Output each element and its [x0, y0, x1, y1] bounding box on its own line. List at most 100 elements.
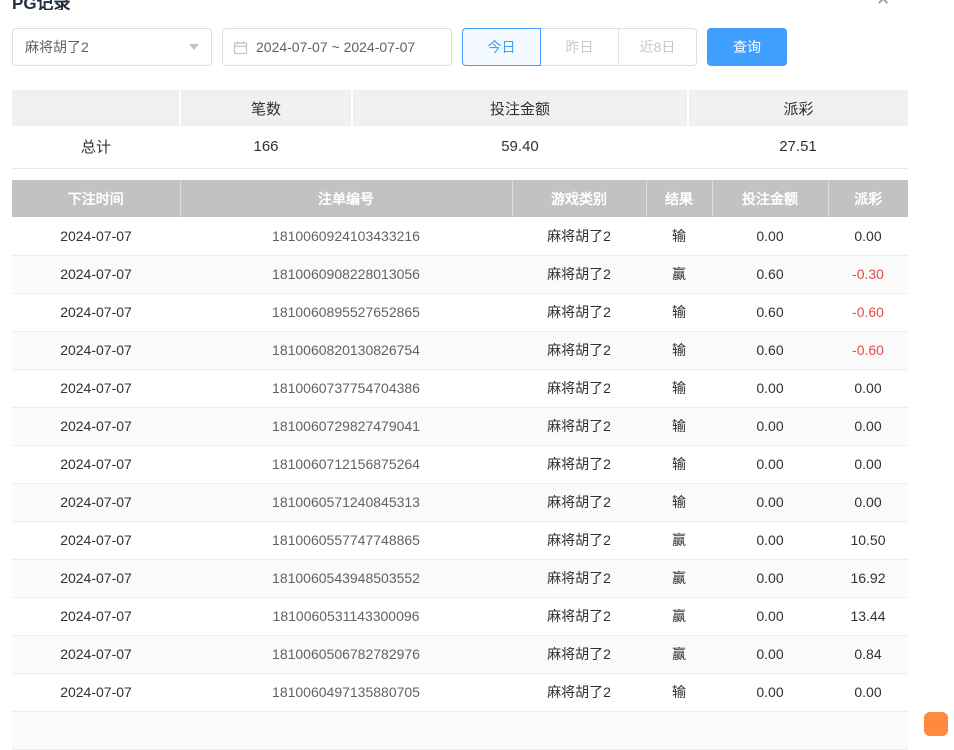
cell-bet-time — [12, 711, 180, 749]
cell-payout: 0.00 — [828, 217, 908, 255]
cell-bet-amount: 0.00 — [712, 217, 828, 255]
cell-game-type: 麻将胡了2 — [512, 673, 646, 711]
cell-payout: 0.84 — [828, 635, 908, 673]
table-row: 2024-07-07 1810060908228013056 麻将胡了2 赢 0… — [12, 255, 908, 293]
cell-game-type: 麻将胡了2 — [512, 521, 646, 559]
cell-result: 赢 — [646, 521, 712, 559]
cell-payout: 10.50 — [828, 521, 908, 559]
cell-game-type — [512, 711, 646, 749]
game-select[interactable]: 麻将胡了2 — [12, 28, 212, 66]
close-icon[interactable]: ✕ — [876, 0, 890, 9]
game-select-value: 麻将胡了2 — [25, 37, 189, 57]
cell-game-type: 麻将胡了2 — [512, 255, 646, 293]
cell-bet-id: 1810060571240845313 — [180, 483, 512, 521]
summary-col-payout: 派彩 — [688, 90, 908, 126]
quick-button-yesterday[interactable]: 昨日 — [540, 28, 619, 66]
bet-table-body: 2024-07-07 1810060924103433216 麻将胡了2 输 0… — [12, 217, 908, 749]
summary-total-label: 总计 — [12, 126, 180, 168]
cell-payout: -0.60 — [828, 293, 908, 331]
cell-bet-time: 2024-07-07 — [12, 635, 180, 673]
cell-bet-amount: 0.60 — [712, 331, 828, 369]
col-game-type: 游戏类别 — [512, 180, 646, 217]
col-bet-time: 下注时间 — [12, 180, 180, 217]
col-payout: 派彩 — [828, 180, 908, 217]
bet-table: 下注时间 注单编号 游戏类别 结果 投注金额 派彩 2024-07-07 181… — [12, 180, 908, 750]
date-range-value: 2024-07-07 ~ 2024-07-07 — [256, 39, 415, 55]
cell-result: 赢 — [646, 559, 712, 597]
cell-payout: 0.00 — [828, 483, 908, 521]
cell-bet-amount: 0.00 — [712, 521, 828, 559]
col-result: 结果 — [646, 180, 712, 217]
cell-result: 输 — [646, 407, 712, 445]
cell-bet-id: 1810060712156875264 — [180, 445, 512, 483]
cell-bet-time: 2024-07-07 — [12, 369, 180, 407]
summary-col-bet-amount: 投注金额 — [352, 90, 688, 126]
cell-payout: 0.00 — [828, 369, 908, 407]
close-button[interactable]: ✕ — [876, 0, 890, 9]
cell-bet-time: 2024-07-07 — [12, 331, 180, 369]
cell-bet-id: 1810060497135880705 — [180, 673, 512, 711]
summary-col-count: 笔数 — [180, 90, 352, 126]
summary-row: 总计 166 59.40 27.51 — [12, 126, 908, 168]
cell-bet-amount: 0.60 — [712, 255, 828, 293]
cell-bet-id: 1810060895527652865 — [180, 293, 512, 331]
cell-result: 输 — [646, 483, 712, 521]
cell-payout: 16.92 — [828, 559, 908, 597]
table-row: 2024-07-07 1810060506782782976 麻将胡了2 赢 0… — [12, 635, 908, 673]
cell-game-type: 麻将胡了2 — [512, 597, 646, 635]
cell-bet-time: 2024-07-07 — [12, 521, 180, 559]
cell-bet-id: 1810060908228013056 — [180, 255, 512, 293]
search-button[interactable]: 查询 — [707, 28, 787, 66]
filter-bar: 麻将胡了2 2024-07-07 ~ 2024-07-07 今日 昨日 近8日 … — [12, 28, 787, 66]
cell-result: 输 — [646, 369, 712, 407]
cell-bet-time: 2024-07-07 — [12, 559, 180, 597]
summary-payout-value: 27.51 — [688, 126, 908, 168]
cell-bet-id: 1810060531143300096 — [180, 597, 512, 635]
col-bet-amount: 投注金额 — [712, 180, 828, 217]
cell-result: 输 — [646, 673, 712, 711]
cell-game-type: 麻将胡了2 — [512, 293, 646, 331]
cell-result: 输 — [646, 445, 712, 483]
page-header: PG记录 — [12, 0, 71, 10]
cell-bet-id: 1810060924103433216 — [180, 217, 512, 255]
table-row: 2024-07-07 1810060531143300096 麻将胡了2 赢 0… — [12, 597, 908, 635]
page-title: PG记录 — [12, 0, 71, 10]
table-row: 2024-07-07 1810060729827479041 麻将胡了2 输 0… — [12, 407, 908, 445]
cell-bet-amount — [712, 711, 828, 749]
cell-result — [646, 711, 712, 749]
cell-game-type: 麻将胡了2 — [512, 635, 646, 673]
quick-button-today[interactable]: 今日 — [462, 28, 541, 66]
col-bet-id: 注单编号 — [180, 180, 512, 217]
cell-bet-time: 2024-07-07 — [12, 597, 180, 635]
cell-game-type: 麻将胡了2 — [512, 331, 646, 369]
cell-payout: 13.44 — [828, 597, 908, 635]
cell-payout: -0.30 — [828, 255, 908, 293]
cell-bet-id: 1810060557747748865 — [180, 521, 512, 559]
table-row: 2024-07-07 1810060557747748865 麻将胡了2 赢 0… — [12, 521, 908, 559]
cell-bet-time: 2024-07-07 — [12, 407, 180, 445]
table-row: 2024-07-07 1810060712156875264 麻将胡了2 输 0… — [12, 445, 908, 483]
cell-bet-time: 2024-07-07 — [12, 445, 180, 483]
table-row-partial — [12, 711, 908, 749]
cell-bet-id: 1810060820130826754 — [180, 331, 512, 369]
cell-bet-amount: 0.00 — [712, 559, 828, 597]
customer-service-button[interactable] — [924, 712, 948, 736]
cell-result: 赢 — [646, 255, 712, 293]
date-range-input[interactable]: 2024-07-07 ~ 2024-07-07 — [222, 28, 452, 66]
table-row: 2024-07-07 1810060571240845313 麻将胡了2 输 0… — [12, 483, 908, 521]
cell-bet-id: 1810060543948503552 — [180, 559, 512, 597]
quick-date-button-group: 今日 昨日 近8日 — [462, 28, 697, 66]
cell-bet-time: 2024-07-07 — [12, 255, 180, 293]
quick-button-last8days[interactable]: 近8日 — [618, 28, 697, 66]
cell-bet-amount: 0.00 — [712, 407, 828, 445]
cell-game-type: 麻将胡了2 — [512, 369, 646, 407]
cell-result: 输 — [646, 217, 712, 255]
cell-bet-id: 1810060506782782976 — [180, 635, 512, 673]
cell-bet-amount: 0.60 — [712, 293, 828, 331]
cell-game-type: 麻将胡了2 — [512, 483, 646, 521]
table-row: 2024-07-07 1810060543948503552 麻将胡了2 赢 0… — [12, 559, 908, 597]
table-row: 2024-07-07 1810060820130826754 麻将胡了2 输 0… — [12, 331, 908, 369]
table-row: 2024-07-07 1810060737754704386 麻将胡了2 输 0… — [12, 369, 908, 407]
cell-payout: -0.60 — [828, 331, 908, 369]
cell-bet-amount: 0.00 — [712, 635, 828, 673]
